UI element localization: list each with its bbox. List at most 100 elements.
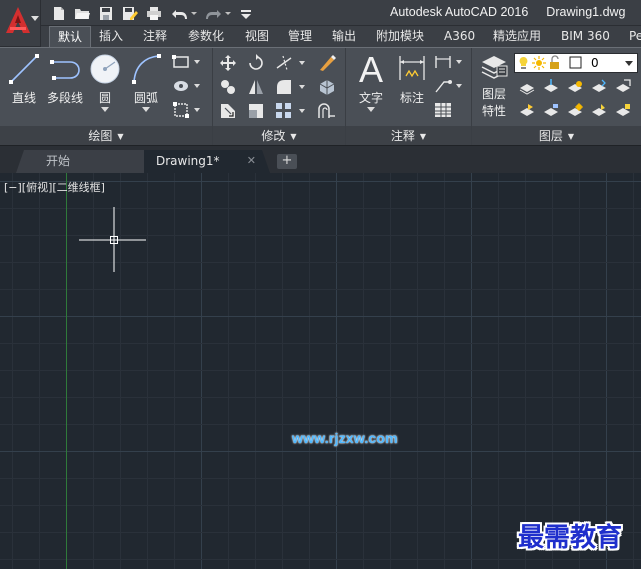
chevron-down-icon: ▼ — [117, 132, 124, 141]
stretch-tool-button[interactable] — [219, 102, 237, 123]
tab-insert[interactable]: 插入 — [91, 26, 131, 47]
tab-a360[interactable]: A360 — [436, 26, 483, 47]
modify-panel-title-label: 修改 — [261, 129, 286, 143]
chevron-down-icon — [142, 107, 150, 112]
file-name: Drawing1.dwg — [546, 5, 626, 19]
fillet-icon — [277, 80, 305, 94]
scale-tool-button[interactable] — [247, 102, 265, 123]
annotation-panel-title-label: 注释 — [390, 129, 415, 143]
array-tool-button[interactable] — [275, 102, 307, 123]
offset-icon — [318, 103, 335, 118]
linear-dimension-icon — [435, 56, 462, 68]
polyline-icon — [50, 60, 80, 80]
erase-tool-button[interactable] — [317, 54, 337, 75]
copy-tool-button[interactable] — [219, 78, 237, 99]
circle-label: 圆 — [98, 91, 111, 105]
offset-tool-button[interactable] — [317, 102, 337, 123]
new-icon[interactable] — [52, 4, 66, 22]
new-tab-button[interactable]: + — [277, 154, 297, 169]
rectangle-icon — [172, 55, 200, 68]
leader-button[interactable] — [434, 78, 464, 97]
dimension-tool-button[interactable]: 标注 — [393, 52, 431, 106]
undo-icon[interactable] — [171, 4, 197, 22]
application-menu-button[interactable] — [0, 0, 41, 47]
region-tool-button[interactable] — [172, 102, 202, 121]
arc-icon — [132, 54, 161, 84]
save-icon[interactable] — [99, 4, 113, 22]
tab-manage[interactable]: 管理 — [280, 26, 320, 47]
open-icon[interactable] — [74, 4, 91, 22]
viewport-controls-label[interactable]: [−][俯视][二维线框] — [4, 179, 105, 195]
layers-panel-title-label: 图层 — [538, 129, 563, 143]
tab-addins[interactable]: 附加模块 — [368, 26, 432, 47]
line-label: 直线 — [11, 91, 36, 105]
circle-icon — [90, 54, 120, 84]
print-icon[interactable] — [146, 4, 162, 22]
dimension-label: 标注 — [399, 91, 424, 105]
layer-dropdown[interactable]: 0 — [514, 53, 638, 73]
customize-icon[interactable] — [240, 4, 252, 22]
circle-tool-button[interactable]: 圆 — [87, 52, 123, 112]
modify-panel: 修改 ▼ — [213, 48, 346, 146]
explode-icon — [319, 80, 335, 95]
drawing-canvas[interactable]: [−][俯视][二维线框] www.rjzxw.com 最需教育 — [0, 173, 641, 569]
crosshair-cursor-icon — [79, 207, 146, 272]
rotate-icon — [249, 54, 263, 70]
erase-icon — [320, 55, 336, 71]
tab-parametric[interactable]: 参数化 — [180, 26, 232, 47]
tab-output[interactable]: 输出 — [324, 26, 364, 47]
watermark-url: www.rjzxw.com — [292, 430, 398, 446]
tab-start[interactable]: 开始 — [16, 150, 148, 173]
polyline-tool-button[interactable]: 多段线 — [43, 52, 87, 106]
move-icon — [220, 55, 236, 71]
polyline-label: 多段线 — [46, 91, 83, 105]
save-as-icon[interactable] — [122, 4, 138, 22]
text-label: 文字 — [358, 91, 383, 105]
arc-label: 圆弧 — [133, 91, 158, 105]
fillet-tool-button[interactable] — [275, 78, 307, 99]
layer-properties-label-line2: 特性 — [481, 104, 506, 118]
close-icon[interactable]: ✕ — [247, 150, 256, 172]
draw-panel-title[interactable]: 绘图 ▼ — [0, 126, 212, 146]
app-name: Autodesk AutoCAD 2016 — [390, 5, 529, 19]
explode-tool-button[interactable] — [317, 78, 337, 99]
move-tool-button[interactable] — [219, 54, 237, 75]
table-button[interactable] — [434, 102, 452, 121]
arc-tool-button[interactable]: 圆弧 — [128, 52, 164, 112]
layers-panel: 图层 特性 0 图层 ▼ — [472, 48, 641, 146]
hatch-tool-button[interactable] — [172, 78, 202, 97]
rotate-tool-button[interactable] — [247, 54, 265, 75]
mirror-icon — [249, 80, 263, 94]
dimension-icon — [399, 56, 425, 80]
chevron-down-icon — [101, 107, 109, 112]
text-tool-button[interactable]: A 文字 — [352, 49, 390, 112]
modify-panel-title[interactable]: 修改 ▼ — [213, 126, 345, 146]
tab-default[interactable]: 默认 — [49, 26, 92, 47]
layers-panel-title[interactable]: 图层 ▼ — [472, 126, 641, 146]
tab-featured-apps[interactable]: 精选应用 — [485, 26, 549, 47]
layer-state-icons — [519, 55, 633, 70]
layer-tools-row1 — [518, 78, 638, 99]
current-layer-name: 0 — [591, 56, 599, 70]
chevron-down-icon — [367, 107, 375, 112]
tab-view[interactable]: 视图 — [237, 26, 277, 47]
tab-annotate[interactable]: 注释 — [135, 26, 175, 47]
linear-dimension-button[interactable] — [434, 54, 464, 73]
tab-drawing1-label: Drawing1* — [156, 154, 220, 168]
mirror-tool-button[interactable] — [247, 78, 265, 99]
rectangle-tool-button[interactable] — [172, 54, 202, 73]
redo-icon[interactable] — [206, 4, 232, 22]
region-icon — [173, 102, 200, 118]
line-tool-button[interactable]: 直线 — [6, 52, 42, 106]
tab-drawing1[interactable]: Drawing1* ✕ — [144, 150, 270, 173]
layer-properties-icon — [481, 56, 508, 79]
annotation-panel: A 文字 标注 注释 ▼ — [346, 48, 472, 146]
layer-properties-button[interactable]: 图层 特性 — [474, 52, 514, 119]
draw-panel-title-label: 绘图 — [88, 129, 113, 143]
tab-bim360[interactable]: BIM 360 — [553, 26, 618, 47]
annotation-panel-title[interactable]: 注释 ▼ — [346, 126, 471, 146]
svg-text:A: A — [359, 50, 383, 86]
trim-tool-button[interactable] — [275, 54, 307, 75]
tab-more[interactable]: Pe — [621, 26, 641, 47]
draw-panel: 直线 多段线 圆 圆弧 绘图 ▼ — [0, 48, 213, 146]
